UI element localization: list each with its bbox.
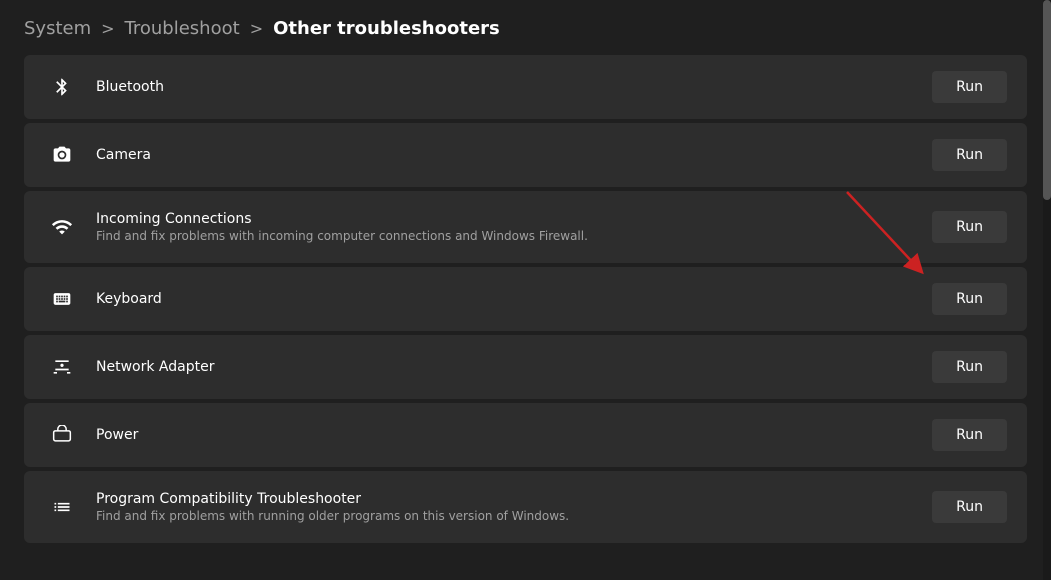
list-item: Incoming Connections Find and fix proble…	[24, 191, 1027, 263]
list-item: Program Compatibility Troubleshooter Fin…	[24, 471, 1027, 543]
item-text: Bluetooth	[96, 79, 932, 95]
breadcrumb-system[interactable]: System	[24, 18, 91, 39]
item-title: Keyboard	[96, 291, 932, 307]
list-item: Power Run	[24, 403, 1027, 467]
item-description: Find and fix problems with running older…	[96, 509, 932, 523]
network-icon	[44, 357, 80, 377]
item-title: Camera	[96, 147, 932, 163]
bluetooth-run-button[interactable]: Run	[932, 71, 1007, 103]
item-title: Bluetooth	[96, 79, 932, 95]
network-adapter-run-button[interactable]: Run	[932, 351, 1007, 383]
item-text: Keyboard	[96, 291, 932, 307]
header: System > Troubleshoot > Other troublesho…	[0, 0, 1051, 55]
power-icon	[44, 425, 80, 445]
power-run-button[interactable]: Run	[932, 419, 1007, 451]
list-item: Bluetooth Run	[24, 55, 1027, 119]
breadcrumb-separator-1: >	[101, 19, 114, 38]
program-compatibility-run-button[interactable]: Run	[932, 491, 1007, 523]
wifi-icon	[44, 216, 80, 238]
item-text: Camera	[96, 147, 932, 163]
item-title: Power	[96, 427, 932, 443]
bluetooth-icon	[44, 77, 80, 97]
item-text: Network Adapter	[96, 359, 932, 375]
item-text: Program Compatibility Troubleshooter Fin…	[96, 491, 932, 523]
content: Bluetooth Run Camera Run Incoming Connec…	[0, 55, 1051, 543]
breadcrumb-current: Other troubleshooters	[273, 18, 500, 39]
camera-icon	[44, 145, 80, 165]
camera-run-button[interactable]: Run	[932, 139, 1007, 171]
item-text: Power	[96, 427, 932, 443]
item-title: Incoming Connections	[96, 211, 932, 227]
list-item: Network Adapter Run	[24, 335, 1027, 399]
incoming-connections-run-button[interactable]: Run	[932, 211, 1007, 243]
list-item: Camera Run	[24, 123, 1027, 187]
item-text: Incoming Connections Find and fix proble…	[96, 211, 932, 243]
keyboard-icon	[44, 289, 80, 309]
list-item: Keyboard Run	[24, 267, 1027, 331]
breadcrumb-troubleshoot[interactable]: Troubleshoot	[125, 18, 240, 39]
item-title: Program Compatibility Troubleshooter	[96, 491, 932, 507]
item-description: Find and fix problems with incoming comp…	[96, 229, 932, 243]
item-title: Network Adapter	[96, 359, 932, 375]
list-icon	[44, 497, 80, 517]
breadcrumb-separator-2: >	[250, 19, 263, 38]
keyboard-run-button[interactable]: Run	[932, 283, 1007, 315]
